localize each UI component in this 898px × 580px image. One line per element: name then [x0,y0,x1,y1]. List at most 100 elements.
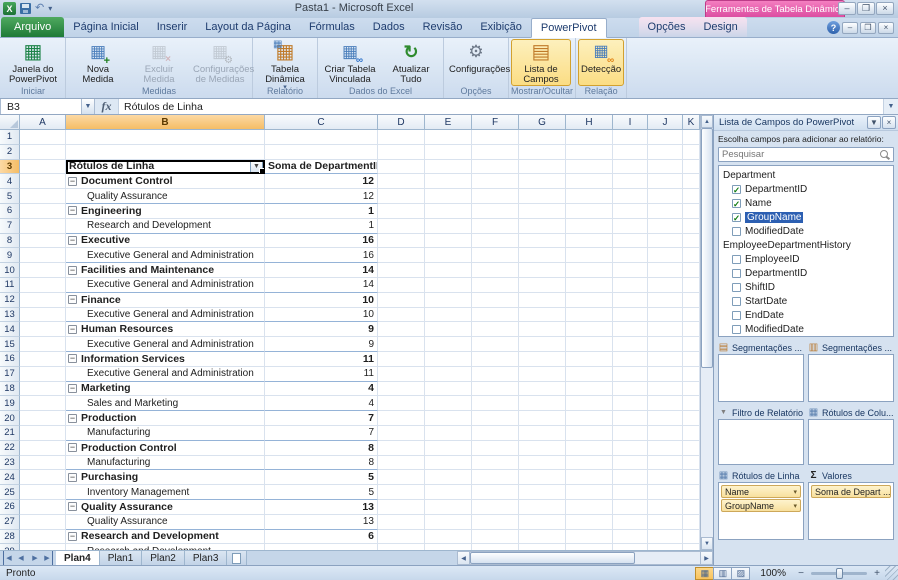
cell-B19[interactable]: Sales and Marketing [66,396,265,412]
row-header-1[interactable]: 1 [0,130,20,145]
cell-A21[interactable] [20,425,66,441]
cell-F8[interactable] [472,233,519,249]
cell-J7[interactable] [648,218,683,234]
column-header-e[interactable]: E [425,115,472,130]
cell-D5[interactable] [378,189,425,204]
cell-C23[interactable]: 8 [265,455,378,471]
cell-J5[interactable] [648,189,683,204]
tab-inserir[interactable]: Inserir [148,17,197,37]
cell-A3[interactable] [20,159,66,175]
cell-I6[interactable] [613,203,648,219]
cell-D7[interactable] [378,218,425,234]
checkbox[interactable]: ✓ [732,212,741,222]
cell-B4[interactable]: − Document Control [66,174,265,190]
cell-G4[interactable] [519,174,566,190]
cell-I12[interactable] [613,292,648,308]
cell-A20[interactable] [20,411,66,426]
cell-H24[interactable] [566,470,613,486]
cell-K2[interactable] [683,144,700,160]
criar-tabela-vinculada-button[interactable]: Criar Tabela Vinculada [320,39,380,86]
cell-H22[interactable] [566,440,613,456]
cell-A10[interactable] [20,263,66,278]
cell-E18[interactable] [425,381,472,397]
cell-E2[interactable] [425,144,472,160]
row-header-3[interactable]: 3 [0,159,20,175]
row-header-12[interactable]: 12 [0,292,20,308]
collapse-icon[interactable]: − [68,176,77,186]
insert-function-icon[interactable]: fx [95,99,119,114]
cell-G28[interactable] [519,529,566,545]
cell-A4[interactable] [20,174,66,190]
cell-D22[interactable] [378,440,425,456]
zoom-out-icon[interactable]: − [796,568,806,579]
cell-F13[interactable] [472,307,519,323]
cell-E9[interactable] [425,248,472,264]
cell-C7[interactable]: 1 [265,218,378,234]
cell-D24[interactable] [378,470,425,486]
cell-H27[interactable] [566,514,613,530]
row-header-5[interactable]: 5 [0,189,20,204]
normal-view-button[interactable]: ▦ [695,566,715,580]
cell-G19[interactable] [519,396,566,412]
cell-E8[interactable] [425,233,472,249]
cell-F24[interactable] [472,470,519,486]
row-header-26[interactable]: 26 [0,499,20,515]
cell-F14[interactable] [472,322,519,338]
cell-B17[interactable]: Executive General and Administration [66,366,265,382]
cell-F25[interactable] [472,485,519,500]
row-header-15[interactable]: 15 [0,337,20,352]
cell-E1[interactable] [425,130,472,145]
cell-C18[interactable]: 4 [265,381,378,397]
cell-G12[interactable] [519,292,566,308]
scroll-right-icon[interactable]: ▶ [700,551,713,565]
cell-F1[interactable] [472,130,519,145]
excluir-medida-button[interactable]: Excluir Medida [129,39,189,86]
cell-C22[interactable]: 8 [265,440,378,456]
cell-D19[interactable] [378,396,425,412]
cell-G15[interactable] [519,337,566,352]
cell-K22[interactable] [683,440,700,456]
cell-J20[interactable] [648,411,683,426]
cell-G2[interactable] [519,144,566,160]
collapse-icon[interactable]: − [68,383,77,393]
help-icon[interactable]: ? [827,21,840,34]
horizontal-scrollbar[interactable]: ◀ ▶ [457,551,713,565]
cell-D23[interactable] [378,455,425,471]
column-header-i[interactable]: I [613,115,648,130]
column-header-a[interactable]: A [20,115,66,130]
cell-F2[interactable] [472,144,519,160]
cell-J18[interactable] [648,381,683,397]
name-box[interactable]: B3 [0,99,82,114]
cell-B20[interactable]: − Production [66,411,265,426]
tree-field-startdate[interactable]: StartDate [719,294,893,308]
cell-G14[interactable] [519,322,566,338]
cell-J16[interactable] [648,351,683,367]
close-button[interactable]: × [876,2,894,15]
cell-I26[interactable] [613,499,648,515]
column-header-d[interactable]: D [378,115,425,130]
cell-H25[interactable] [566,485,613,500]
first-sheet-icon[interactable]: ◀ [3,551,14,565]
cell-H23[interactable] [566,455,613,471]
configuracoes-button[interactable]: Configurações [446,39,510,86]
row-header-9[interactable]: 9 [0,248,20,264]
cell-G1[interactable] [519,130,566,145]
row-header-20[interactable]: 20 [0,411,20,426]
zoom-level[interactable]: 100% [760,568,786,579]
row-header-11[interactable]: 11 [0,277,20,293]
cell-J19[interactable] [648,396,683,412]
cell-G6[interactable] [519,203,566,219]
cell-F22[interactable] [472,440,519,456]
cell-G24[interactable] [519,470,566,486]
cell-G25[interactable] [519,485,566,500]
cell-G26[interactable] [519,499,566,515]
cell-A7[interactable] [20,218,66,234]
zoom-thumb[interactable] [836,567,843,579]
cell-J8[interactable] [648,233,683,249]
lista-de-campos-button[interactable]: Lista de Campos [511,39,571,86]
cell-C25[interactable]: 5 [265,485,378,500]
cell-J23[interactable] [648,455,683,471]
contextual-tab-opcoes[interactable]: Opções [639,17,695,37]
cell-F27[interactable] [472,514,519,530]
cell-E13[interactable] [425,307,472,323]
